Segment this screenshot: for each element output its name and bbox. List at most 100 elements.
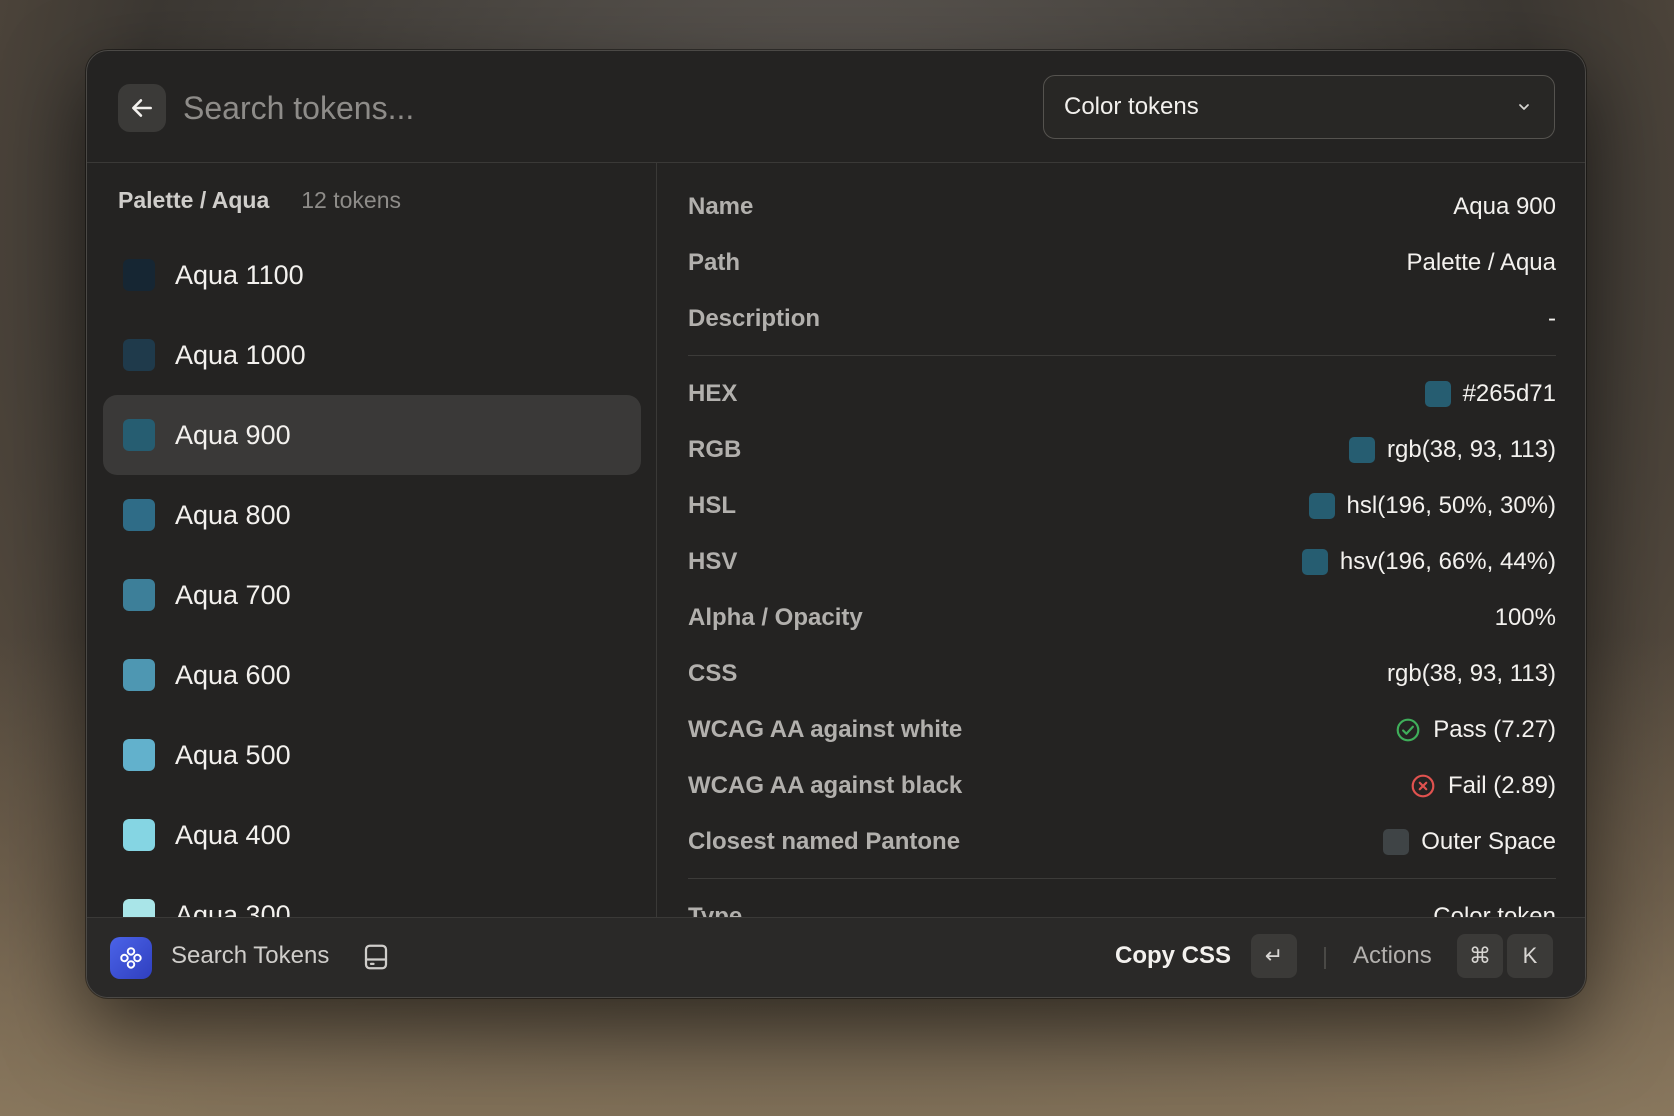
row-label: HEX — [688, 380, 738, 407]
section-title: Palette / Aqua — [118, 187, 270, 213]
detail-row-type: Type Color token — [688, 889, 1556, 919]
row-value: - — [1548, 305, 1556, 333]
dropdown-selected-value: Color tokens — [1064, 93, 1199, 120]
wcag-white-value: Pass (7.27) — [1433, 716, 1556, 743]
color-swatch — [1424, 381, 1451, 407]
row-label: Description — [688, 305, 821, 332]
actions-button[interactable]: Actions — [1353, 942, 1432, 970]
token-list: Aqua 1100 Aqua 1000 Aqua 900 Aqua 800 Aq… — [103, 235, 641, 919]
section-header: Palette / Aqua 12 tokens — [118, 187, 401, 214]
row-label: HSL — [688, 492, 736, 519]
row-label: HSV — [688, 548, 738, 575]
color-swatch — [1308, 493, 1335, 519]
token-item-aqua-900[interactable]: Aqua 900 — [103, 395, 641, 475]
hsv-value: hsv(196, 66%, 44%) — [1339, 548, 1556, 575]
token-type-dropdown[interactable]: Color tokens — [1043, 75, 1555, 139]
token-item-aqua-400[interactable]: Aqua 400 — [103, 795, 641, 875]
pantone-swatch — [1383, 829, 1410, 855]
token-count: 12 tokens — [301, 187, 401, 213]
token-item-aqua-500[interactable]: Aqua 500 — [103, 715, 641, 795]
token-item-aqua-800[interactable]: Aqua 800 — [103, 475, 641, 555]
detail-row-name: Name Aqua 900 — [688, 179, 1556, 235]
color-swatch — [123, 899, 155, 919]
pantone-value: Outer Space — [1421, 828, 1556, 855]
row-value: hsv(196, 66%, 44%) — [1301, 548, 1556, 576]
copy-css-button[interactable]: Copy CSS — [1115, 942, 1231, 970]
detail-row-hsv: HSV hsv(196, 66%, 44%) — [688, 534, 1556, 590]
token-item-aqua-1100[interactable]: Aqua 1100 — [103, 235, 641, 315]
token-name: Aqua 800 — [175, 499, 291, 530]
row-label: CSS — [688, 660, 738, 687]
footer-title: Search Tokens — [171, 942, 330, 969]
x-circle-icon — [1411, 774, 1435, 798]
row-value: rgb(38, 93, 113) — [1349, 436, 1556, 464]
row-value: 100% — [1495, 604, 1556, 632]
wcag-black-value: Fail (2.89) — [1447, 772, 1556, 799]
detail-row-path: Path Palette / Aqua — [688, 235, 1556, 291]
hsl-value: hsl(196, 50%, 30%) — [1346, 492, 1556, 519]
name-value: Aqua 900 — [1453, 193, 1556, 220]
token-detail-pane: Name Aqua 900 Path Palette / Aqua Descri… — [658, 163, 1585, 919]
footer-action-bar: Search Tokens Copy CSS ↵ Actions ⌘ K — [87, 917, 1585, 997]
token-name: Aqua 1100 — [175, 259, 304, 290]
css-value: rgb(38, 93, 113) — [1387, 660, 1556, 687]
token-list-pane: Palette / Aqua 12 tokens Aqua 1100 Aqua … — [87, 163, 657, 919]
detail-row-rgb: RGB rgb(38, 93, 113) — [688, 422, 1556, 478]
search-input[interactable] — [183, 81, 983, 135]
alpha-value: 100% — [1494, 604, 1556, 631]
token-search-window: Color tokens Palette / Aqua 12 tokens Aq… — [86, 50, 1586, 998]
token-name: Aqua 700 — [175, 579, 291, 610]
row-value: rgb(38, 93, 113) — [1387, 660, 1556, 688]
color-swatch — [123, 339, 155, 371]
row-label: Alpha / Opacity — [688, 604, 863, 631]
k-key-hint: K — [1507, 934, 1553, 978]
color-swatch — [123, 739, 155, 771]
row-value: Aqua 900 — [1453, 193, 1556, 221]
detail-row-pantone: Closest named Pantone Outer Space — [688, 814, 1556, 870]
detail-row-hsl: HSL hsl(196, 50%, 30%) — [688, 478, 1556, 534]
row-label: WCAG AA against white — [688, 716, 963, 743]
detail-row-hex: HEX #265d71 — [688, 366, 1556, 422]
row-label: Path — [688, 249, 741, 276]
color-swatch — [123, 499, 155, 531]
row-label: Name — [688, 193, 754, 220]
row-value: hsl(196, 50%, 30%) — [1308, 492, 1556, 520]
color-swatch — [123, 819, 155, 851]
chevron-down-icon — [1514, 97, 1534, 117]
row-label: WCAG AA against black — [688, 772, 963, 799]
color-swatch — [123, 419, 155, 451]
token-item-aqua-600[interactable]: Aqua 600 — [103, 635, 641, 715]
separator — [1324, 947, 1326, 969]
row-value: Outer Space — [1383, 828, 1556, 856]
row-value: Palette / Aqua — [1407, 249, 1556, 277]
color-swatch — [1349, 437, 1375, 463]
detail-row-alpha: Alpha / Opacity 100% — [688, 590, 1556, 646]
arrow-left-icon — [132, 99, 152, 117]
token-name: Aqua 600 — [175, 659, 291, 690]
token-item-aqua-300[interactable]: Aqua 300 — [103, 875, 641, 919]
token-item-aqua-700[interactable]: Aqua 700 — [103, 555, 641, 635]
detail-rows: Name Aqua 900 Path Palette / Aqua Descri… — [688, 179, 1556, 919]
header: Color tokens — [87, 51, 1585, 163]
enter-key-hint: ↵ — [1251, 934, 1297, 978]
token-name: Aqua 1000 — [175, 339, 306, 370]
divider — [688, 355, 1556, 356]
token-name: Aqua 400 — [175, 819, 291, 850]
row-value: Fail (2.89) — [1410, 772, 1556, 800]
detail-row-wcag-white: WCAG AA against white Pass (7.27) — [688, 702, 1556, 758]
back-button[interactable] — [118, 84, 166, 132]
row-value: Pass (7.27) — [1395, 716, 1556, 744]
token-name: Aqua 900 — [175, 419, 291, 450]
color-swatch — [1301, 549, 1328, 575]
color-swatch — [123, 259, 155, 291]
detail-row-wcag-black: WCAG AA against black Fail (2.89) — [688, 758, 1556, 814]
token-item-aqua-1000[interactable]: Aqua 1000 — [103, 315, 641, 395]
hex-value: #265d71 — [1462, 380, 1556, 407]
detail-row-css: CSS rgb(38, 93, 113) — [688, 646, 1556, 702]
row-label: RGB — [688, 436, 742, 463]
check-circle-icon — [1396, 718, 1420, 742]
detail-row-description: Description - — [688, 291, 1556, 347]
divider — [688, 878, 1556, 879]
drive-icon — [361, 942, 391, 972]
cmd-key-hint: ⌘ — [1457, 934, 1503, 978]
